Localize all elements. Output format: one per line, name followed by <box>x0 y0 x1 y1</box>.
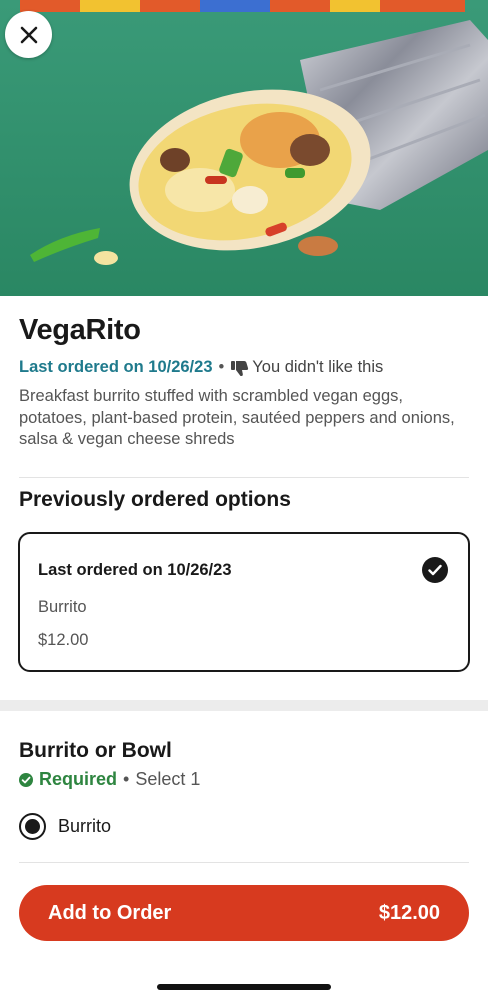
radio-selected-icon[interactable] <box>19 813 46 840</box>
product-title: VegaRito <box>19 314 141 346</box>
section-separator <box>0 700 488 711</box>
product-hero-image <box>0 0 488 296</box>
required-label: Required <box>39 769 118 789</box>
option-price: $12.00 <box>38 631 89 649</box>
previous-order-option[interactable]: Last ordered on 10/26/23 Burrito $12.00 <box>18 532 470 672</box>
previous-options-title: Previously ordered options <box>19 488 291 511</box>
last-ordered-label: Last ordered on 10/26/23 <box>19 358 213 376</box>
required-check-icon <box>19 772 33 787</box>
divider <box>19 862 469 863</box>
option-burrito[interactable]: Burrito <box>19 813 111 840</box>
thumbs-down-icon <box>231 360 249 376</box>
option-burrito-label: Burrito <box>58 816 112 836</box>
burrito-or-bowl-title: Burrito or Bowl <box>19 739 172 762</box>
home-indicator <box>157 984 331 990</box>
feedback-status: You didn't like this <box>230 358 383 377</box>
product-description: Breakfast burrito stuffed with scrambled… <box>19 387 455 448</box>
select-count-label: Select 1 <box>135 769 201 789</box>
option-item: Burrito <box>38 598 87 616</box>
close-button[interactable] <box>5 11 52 58</box>
check-circle-icon <box>422 557 448 583</box>
order-total-price: $12.00 <box>378 901 440 924</box>
feedback-label: You didn't like this <box>252 358 384 376</box>
close-icon <box>20 26 37 43</box>
add-to-order-button[interactable]: Add to Order $12.00 <box>19 885 469 941</box>
meta-separator: • <box>218 358 225 376</box>
requirement-separator: • <box>123 769 130 789</box>
add-to-order-label: Add to Order <box>48 901 172 924</box>
option-title: Last ordered on 10/26/23 <box>38 561 232 579</box>
requirement-row: Required • Select 1 <box>19 769 200 790</box>
order-meta: Last ordered on 10/26/23 • You didn't li… <box>19 358 383 377</box>
divider <box>19 477 469 478</box>
